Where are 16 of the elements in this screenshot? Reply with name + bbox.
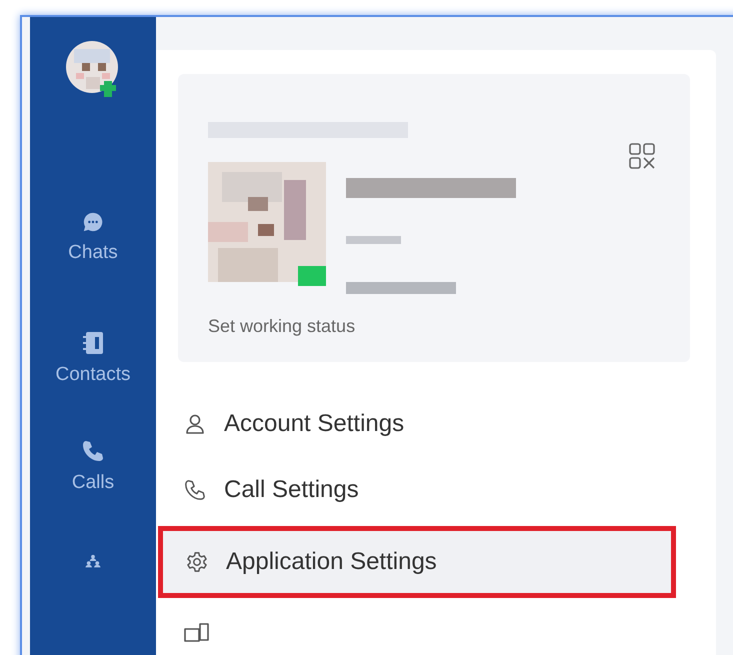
phone-icon	[80, 439, 105, 463]
sidebar-label[interactable]: Calls	[72, 471, 114, 495]
user-icon	[184, 413, 206, 435]
set-working-status-link[interactable]: Set working status	[208, 313, 356, 340]
devices-icon	[184, 623, 210, 645]
menu-label: Application Settings	[226, 547, 437, 577]
sidebar-label[interactable]: Chats	[68, 241, 118, 265]
menu-label: Call Settings	[224, 475, 359, 505]
menu-item[interactable]: Application Settings	[158, 526, 676, 598]
phone-icon	[184, 479, 206, 501]
sidebar-label[interactable]: Contacts	[56, 363, 130, 387]
blurred-text	[346, 236, 401, 244]
menu-label: Account Settings	[224, 409, 404, 439]
qr-code-icon	[628, 142, 656, 170]
address-book-icon	[82, 331, 104, 355]
settings-icon	[186, 551, 208, 573]
